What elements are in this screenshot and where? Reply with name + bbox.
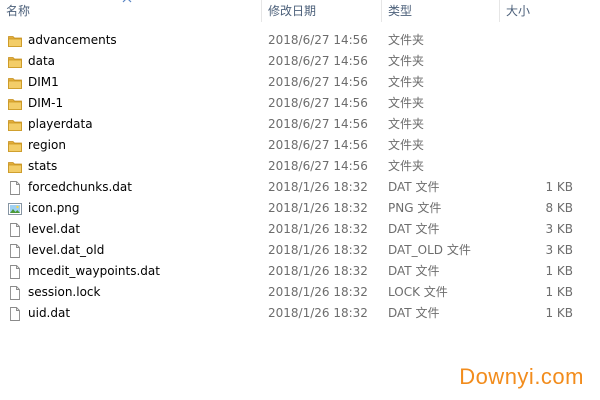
folder-icon xyxy=(7,75,23,91)
file-type: PNG 文件 xyxy=(388,201,442,215)
file-type: DAT 文件 xyxy=(388,222,440,236)
column-header-size[interactable]: 大小 xyxy=(500,0,600,22)
file-type: 文件夹 xyxy=(388,33,425,47)
file-modified-date: 2018/6/27 14:56 xyxy=(268,75,368,89)
file-modified-date: 2018/1/26 18:32 xyxy=(268,243,368,257)
watermark-text: Downyi.com xyxy=(459,364,584,389)
folder-icon xyxy=(7,159,23,175)
file-modified-date: 2018/1/26 18:32 xyxy=(268,306,368,320)
file-type: LOCK 文件 xyxy=(388,285,448,299)
file-icon xyxy=(7,222,23,238)
image-file-icon xyxy=(7,201,23,217)
file-type: DAT 文件 xyxy=(388,306,440,320)
file-name: playerdata xyxy=(28,117,93,131)
column-header-date[interactable]: 修改日期 xyxy=(262,0,382,22)
column-header-type[interactable]: 类型 xyxy=(382,0,500,22)
file-modified-date: 2018/6/27 14:56 xyxy=(268,54,368,68)
file-type: DAT 文件 xyxy=(388,264,440,278)
file-size xyxy=(500,51,573,72)
file-row[interactable]: mcedit_waypoints.dat 2018/1/26 18:32 DAT 文… xyxy=(0,261,600,282)
file-row[interactable]: session.lock 2018/1/26 18:32 LOCK 文件 1 KB xyxy=(0,282,600,303)
file-icon xyxy=(7,243,23,259)
file-icon xyxy=(7,264,23,280)
file-icon xyxy=(7,180,23,196)
file-type: 文件夹 xyxy=(388,117,425,131)
file-row[interactable]: icon.png 2018/1/26 18:32 PNG 文件 8 KB xyxy=(0,198,600,219)
file-row[interactable]: region 2018/6/27 14:56 文件夹 xyxy=(0,135,600,156)
file-modified-date: 2018/6/27 14:56 xyxy=(268,138,368,152)
folder-icon xyxy=(7,138,23,154)
folder-icon xyxy=(7,117,23,133)
file-size xyxy=(500,135,573,156)
file-size xyxy=(500,72,573,93)
file-size: 3 KB xyxy=(545,222,573,236)
file-type: DAT_OLD 文件 xyxy=(388,243,471,257)
file-row[interactable]: level.dat 2018/1/26 18:32 DAT 文件 3 KB xyxy=(0,219,600,240)
file-type: DAT 文件 xyxy=(388,180,440,194)
file-modified-date: 2018/1/26 18:32 xyxy=(268,222,368,236)
file-name: uid.dat xyxy=(28,306,71,320)
file-name: region xyxy=(28,138,66,152)
file-row[interactable]: forcedchunks.dat 2018/1/26 18:32 DAT 文件 1 K… xyxy=(0,177,600,198)
file-name: advancements xyxy=(28,33,117,47)
file-name: data xyxy=(28,54,56,68)
file-row[interactable]: level.dat_old 2018/1/26 18:32 DAT_OLD 文件 3 … xyxy=(0,240,600,261)
file-row[interactable]: advancements 2018/6/27 14:56 文件夹 xyxy=(0,30,600,51)
file-modified-date: 2018/1/26 18:32 xyxy=(268,285,368,299)
file-name: level.dat xyxy=(28,222,81,236)
file-size: 1 KB xyxy=(545,285,573,299)
file-icon xyxy=(7,285,23,301)
file-modified-date: 2018/1/26 18:32 xyxy=(268,264,368,278)
file-name: level.dat_old xyxy=(28,243,105,257)
file-size xyxy=(500,156,573,177)
file-size: 1 KB xyxy=(545,306,573,320)
file-size: 3 KB xyxy=(545,243,573,257)
file-modified-date: 2018/6/27 14:56 xyxy=(268,96,368,110)
file-row[interactable]: uid.dat 2018/1/26 18:32 DAT 文件 1 KB xyxy=(0,303,600,324)
file-row[interactable]: DIM1 2018/6/27 14:56 文件夹 xyxy=(0,72,600,93)
file-size: 1 KB xyxy=(545,264,573,278)
sort-ascending-icon xyxy=(122,0,132,3)
file-name: icon.png xyxy=(28,201,80,215)
file-modified-date: 2018/6/27 14:56 xyxy=(268,159,368,173)
file-row[interactable]: data 2018/6/27 14:56 文件夹 xyxy=(0,51,600,72)
folder-icon xyxy=(7,96,23,112)
file-size xyxy=(500,93,573,114)
file-name: mcedit_waypoints.dat xyxy=(28,264,160,278)
file-row[interactable]: DIM-1 2018/6/27 14:56 文件夹 xyxy=(0,93,600,114)
file-name: session.lock xyxy=(28,285,101,299)
file-modified-date: 2018/6/27 14:56 xyxy=(268,33,368,47)
file-type: 文件夹 xyxy=(388,138,425,152)
file-type: 文件夹 xyxy=(388,159,425,173)
file-size xyxy=(500,30,573,51)
file-explorer-view: 名称 修改日期 类型 大小 advancements 2018/6/27 14:5… xyxy=(0,0,600,400)
file-type: 文件夹 xyxy=(388,54,425,68)
file-name: DIM-1 xyxy=(28,96,64,110)
folder-icon xyxy=(7,54,23,70)
column-header-bar: 名称 修改日期 类型 大小 xyxy=(0,0,600,22)
file-size: 1 KB xyxy=(545,180,573,194)
folder-icon xyxy=(7,33,23,49)
file-modified-date: 2018/1/26 18:32 xyxy=(268,201,368,215)
file-name: stats xyxy=(28,159,58,173)
file-modified-date: 2018/1/26 18:32 xyxy=(268,180,368,194)
file-type: 文件夹 xyxy=(388,96,425,110)
file-type: 文件夹 xyxy=(388,75,425,89)
file-list: advancements 2018/6/27 14:56 文件夹 data 2018/6… xyxy=(0,30,600,324)
file-row[interactable]: playerdata 2018/6/27 14:56 文件夹 xyxy=(0,114,600,135)
file-name: DIM1 xyxy=(28,75,59,89)
file-size xyxy=(500,114,573,135)
file-icon xyxy=(7,306,23,322)
file-size: 8 KB xyxy=(545,201,573,215)
file-name: forcedchunks.dat xyxy=(28,180,132,194)
file-modified-date: 2018/6/27 14:56 xyxy=(268,117,368,131)
file-row[interactable]: stats 2018/6/27 14:56 文件夹 xyxy=(0,156,600,177)
